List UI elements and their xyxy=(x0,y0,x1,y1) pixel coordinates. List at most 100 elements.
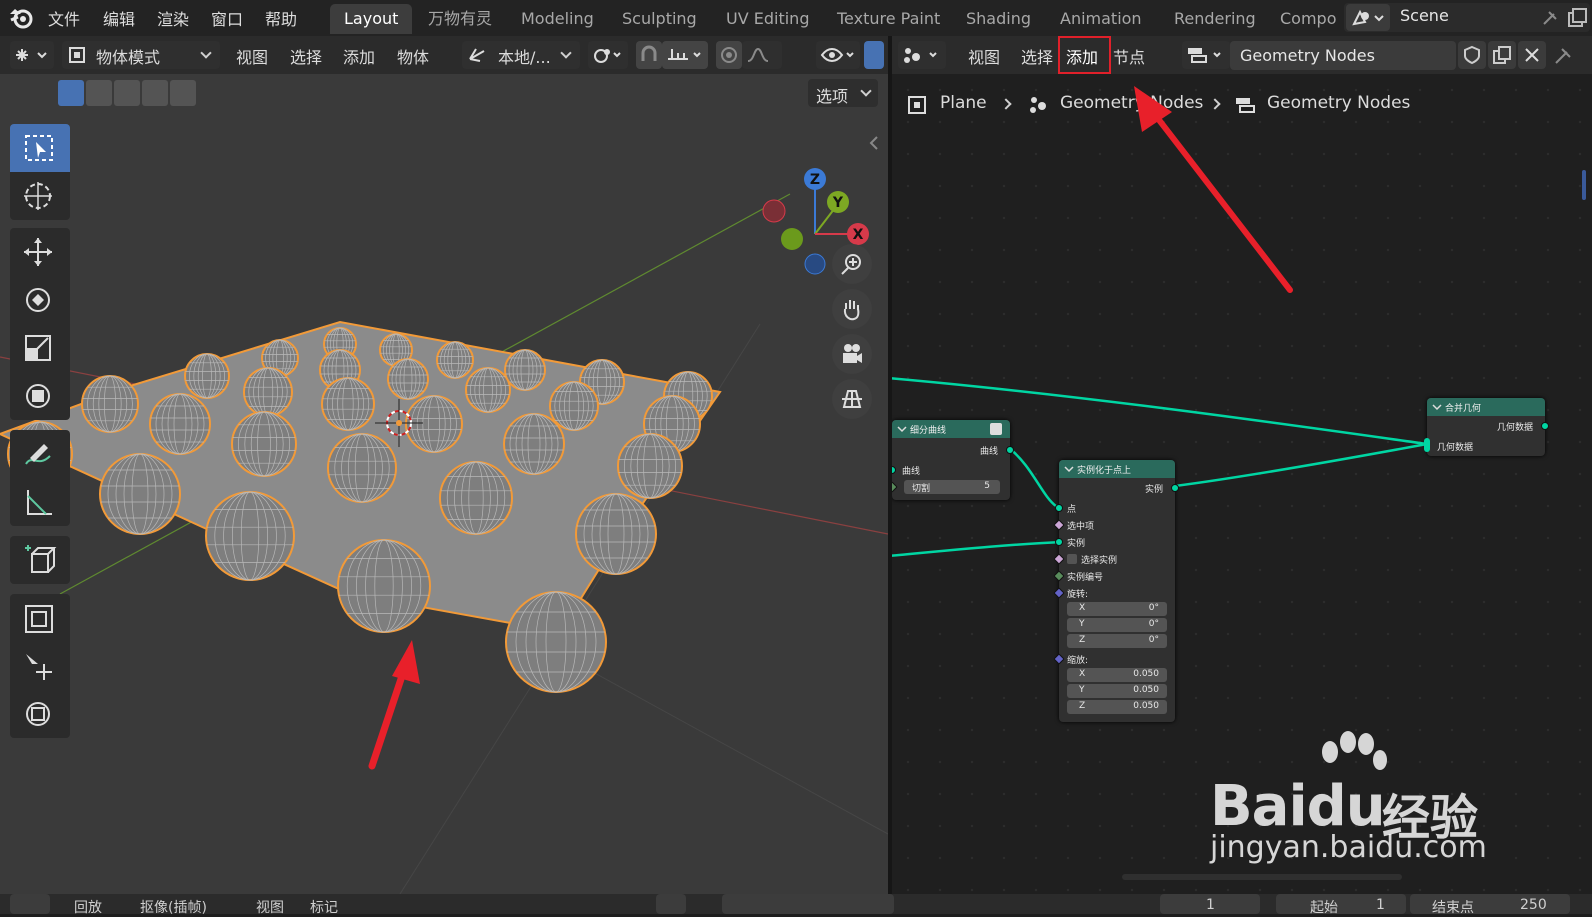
menu-render[interactable]: 渲染 xyxy=(157,6,189,30)
tab-layout[interactable]: Layout xyxy=(330,4,413,34)
new-scene-icon[interactable] xyxy=(1566,7,1588,29)
sphere-instance[interactable] xyxy=(405,395,463,453)
scene-browse-button[interactable] xyxy=(1346,4,1390,31)
node-editor[interactable]: 视图 选择 添加 节点 Geometry Nodes Plane Geometr… xyxy=(892,36,1592,894)
output-socket[interactable] xyxy=(1006,446,1014,454)
scale-x-field[interactable]: X 0.050 xyxy=(1067,668,1167,682)
multi-input-socket[interactable] xyxy=(1424,438,1430,452)
cuts-field[interactable]: 切割 5 xyxy=(904,480,1000,494)
tab-rendering[interactable]: Rendering xyxy=(1160,4,1270,34)
sphere-instance[interactable] xyxy=(465,367,511,413)
subdivide-curve-node[interactable]: 细分曲线 曲线 曲线 切割 5 xyxy=(892,420,1014,500)
measure-tool[interactable] xyxy=(10,478,70,526)
join-geometry-node[interactable]: 合并几何 几何数据 几何数据 xyxy=(1424,398,1549,456)
rotation-z-field[interactable]: Z 0° xyxy=(1067,634,1167,648)
snap-target-dropdown[interactable] xyxy=(662,41,708,69)
info-icon[interactable] xyxy=(990,423,1002,435)
scene-selector[interactable]: Scene xyxy=(1344,3,1590,32)
rotation-y-field[interactable]: Y 0° xyxy=(1067,618,1167,632)
camera-view-button[interactable] xyxy=(832,334,872,374)
editor-type-button[interactable] xyxy=(10,41,54,69)
scrollbar[interactable] xyxy=(1578,76,1590,876)
sphere-instance[interactable] xyxy=(337,539,431,633)
sphere-instance[interactable] xyxy=(505,591,607,693)
sphere-instance[interactable] xyxy=(81,375,139,433)
pan-button[interactable] xyxy=(832,289,872,329)
collapse-icon[interactable] xyxy=(897,425,907,433)
sphere-instance[interactable] xyxy=(387,358,429,400)
scale-tool[interactable] xyxy=(10,324,70,372)
sphere-instance[interactable] xyxy=(503,413,565,475)
node-header[interactable]: 实例化于点上 xyxy=(1059,460,1175,478)
pivot-point-dropdown[interactable] xyxy=(588,41,628,69)
scale-y-field[interactable]: Y 0.050 xyxy=(1067,684,1167,698)
sidebar-toggle[interactable] xyxy=(866,134,882,152)
perspective-toggle-button[interactable] xyxy=(832,379,872,419)
mode-dropdown[interactable]: 物体模式 xyxy=(62,41,220,69)
output-socket[interactable] xyxy=(1171,484,1179,492)
playback-controls[interactable] xyxy=(722,894,894,914)
rotate-tool[interactable] xyxy=(10,276,70,324)
annotate-tool[interactable] xyxy=(10,430,70,478)
vp-menu-object[interactable]: 物体 xyxy=(397,44,429,68)
move-tool[interactable] xyxy=(10,228,70,276)
transform-origin-tool[interactable] xyxy=(10,642,70,690)
sphere-instance[interactable] xyxy=(321,377,375,431)
timeline-keying-menu[interactable]: 抠像(插帧) xyxy=(140,897,207,917)
sphere-instance[interactable] xyxy=(231,411,297,477)
sphere-instance[interactable] xyxy=(617,433,683,499)
zoom-button[interactable] xyxy=(832,244,872,284)
input-socket[interactable] xyxy=(892,481,898,493)
sphere-instance[interactable] xyxy=(184,353,230,399)
vp-menu-select[interactable]: 选择 xyxy=(290,44,322,68)
scale-z-field[interactable]: Z 0.050 xyxy=(1067,700,1167,714)
tab-modeling[interactable]: Modeling xyxy=(507,4,608,34)
falloff-dropdown[interactable] xyxy=(742,41,782,69)
snap-base-tool[interactable] xyxy=(10,690,70,738)
sphere-instance[interactable] xyxy=(99,453,181,535)
node-header[interactable]: 合并几何 xyxy=(1427,398,1545,416)
sphere-instance[interactable] xyxy=(436,341,474,379)
tab-shading[interactable]: Shading xyxy=(952,4,1045,34)
transform-tool[interactable] xyxy=(10,372,70,420)
input-socket[interactable] xyxy=(1055,538,1063,546)
cursor-tool[interactable] xyxy=(10,172,70,220)
pick-instance-checkbox[interactable] xyxy=(1067,554,1077,564)
sphere-instance[interactable] xyxy=(243,367,293,417)
menu-window[interactable]: 窗口 xyxy=(211,6,243,30)
pin-icon[interactable] xyxy=(1540,8,1560,28)
rotation-x-field[interactable]: X 0° xyxy=(1067,602,1167,616)
gizmo-toggle[interactable] xyxy=(864,41,884,69)
vp-menu-add[interactable]: 添加 xyxy=(343,44,375,68)
current-frame-field[interactable]: 1 xyxy=(1160,894,1260,914)
output-socket[interactable] xyxy=(1541,422,1549,430)
blender-logo-icon[interactable] xyxy=(8,5,34,31)
input-socket[interactable] xyxy=(1055,504,1063,512)
sphere-instance[interactable] xyxy=(205,491,295,581)
tab-texture-paint[interactable]: Texture Paint xyxy=(823,4,954,34)
proportional-edit-toggle[interactable] xyxy=(716,41,742,69)
node-header[interactable]: 细分曲线 xyxy=(892,420,1010,438)
record-button[interactable] xyxy=(656,894,686,914)
timeline-editor-type[interactable] xyxy=(10,894,50,914)
timeline-marker-menu[interactable]: 标记 xyxy=(310,897,338,917)
tab-wanwuyouling[interactable]: 万物有灵 xyxy=(414,4,506,34)
menu-file[interactable]: 文件 xyxy=(48,6,80,30)
sphere-instance[interactable] xyxy=(549,381,599,431)
end-frame-field[interactable]: 结束点 250 xyxy=(1410,894,1570,916)
3d-viewport[interactable]: 物体模式 视图 选择 添加 物体 本地/... 选项 Z Y X xyxy=(0,36,888,894)
tab-compositing[interactable]: Compo xyxy=(1266,4,1351,34)
sphere-instance[interactable] xyxy=(504,349,546,391)
timeline-playback-menu[interactable]: 回放 xyxy=(74,897,102,917)
start-frame-field[interactable]: 起始 1 xyxy=(1276,894,1406,916)
timeline-view-menu[interactable]: 视图 xyxy=(256,897,284,917)
menu-edit[interactable]: 编辑 xyxy=(103,6,135,30)
visibility-dropdown[interactable] xyxy=(816,41,860,69)
horizontal-scrollbar[interactable] xyxy=(1122,874,1402,880)
object-scale-cage-tool[interactable] xyxy=(10,594,70,642)
tab-animation[interactable]: Animation xyxy=(1046,4,1156,34)
sphere-instance[interactable] xyxy=(575,493,657,575)
add-cube-tool[interactable] xyxy=(10,536,70,584)
sphere-instance[interactable] xyxy=(439,461,513,535)
snap-toggle[interactable] xyxy=(636,41,662,69)
